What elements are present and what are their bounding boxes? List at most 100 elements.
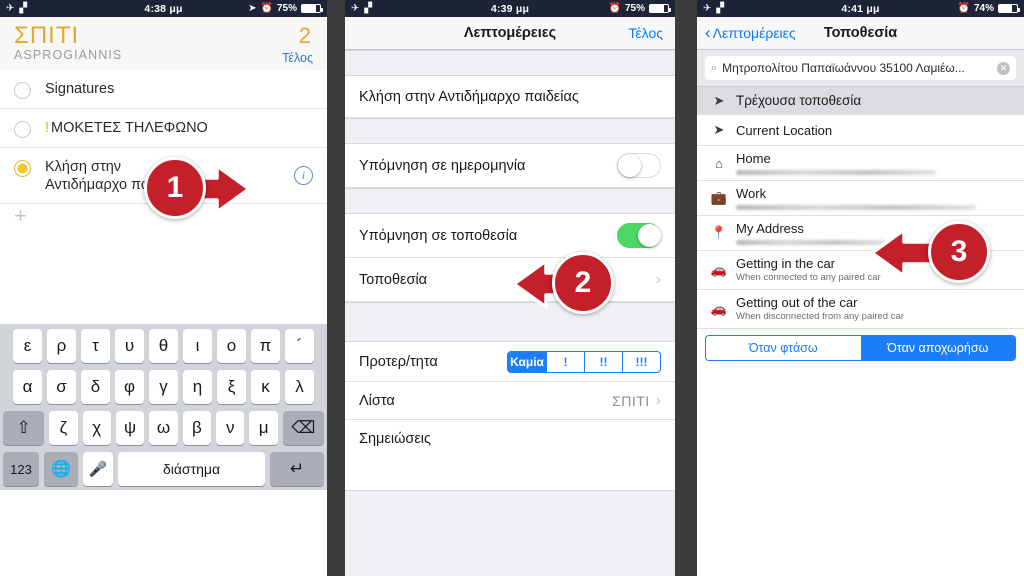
segment-on-leave[interactable]: Όταν αποχωρήσω: [860, 336, 1015, 360]
globe-icon[interactable]: 🌐: [44, 452, 78, 486]
blurred-subtitle: [736, 240, 886, 245]
navigation-bar: ‹ Λεπτομέρειες Τοποθεσία: [697, 17, 1024, 50]
remind-date-label: Υπόμνηση σε ημερομηνία: [359, 157, 526, 174]
list-item[interactable]: ⌂ Home: [697, 146, 1024, 181]
page-title: Τοποθεσία: [823, 25, 898, 41]
remind-location-row[interactable]: Υπόμνηση σε τοποθεσία: [345, 214, 675, 258]
car-icon: 🚗: [710, 301, 728, 316]
key-phi[interactable]: φ: [115, 370, 144, 404]
location-arrow-icon: ➤: [713, 122, 725, 137]
battery-percent: 75%: [624, 3, 645, 14]
status-right: ⏰ 75%: [609, 3, 671, 14]
search-value: Μητροπολίτου Παπαϊωάννου 35100 Λαμιέω...: [722, 61, 965, 75]
key-rho[interactable]: ρ: [47, 329, 76, 363]
key-zeta[interactable]: ζ: [49, 411, 78, 445]
key-lambda[interactable]: λ: [285, 370, 314, 404]
list-item[interactable]: ➤ Current Location: [697, 115, 1024, 146]
key-psi[interactable]: ψ: [115, 411, 145, 445]
battery-icon: [301, 4, 323, 13]
key-mu[interactable]: μ: [249, 411, 278, 445]
keyboard-row-2: α σ δ φ γ η ξ κ λ: [3, 370, 324, 404]
page-title: Λεπτομέρειες: [463, 25, 557, 41]
key-beta[interactable]: β: [182, 411, 212, 445]
arrive-leave-segmented-control[interactable]: Όταν φτάσω Όταν αποχωρήσω: [705, 335, 1016, 361]
search-input[interactable]: ⌕ Μητροπολίτου Παπαϊωάννου 35100 Λαμιέω.…: [705, 56, 1016, 80]
battery-percent: 74%: [973, 3, 994, 14]
list-item[interactable]: 🚗 Getting out of the car When disconnect…: [697, 290, 1024, 329]
list-value: ΣΠΙΤΙ: [612, 392, 650, 409]
navigation-bar: Λεπτομέρειες Τέλος: [345, 17, 675, 50]
task-title: Κλήση στην Αντιδήμαρχο παιδείας: [359, 88, 579, 105]
search-container: ⌕ Μητροπολίτου Παπαϊωάννου 35100 Λαμιέω.…: [697, 50, 1024, 87]
key-accent[interactable]: ´: [285, 329, 314, 363]
key-nu[interactable]: ν: [216, 411, 245, 445]
remind-date-toggle[interactable]: [617, 153, 661, 178]
key-omega[interactable]: ω: [149, 411, 178, 445]
row-title: Getting out of the car: [736, 295, 858, 310]
key-epsilon[interactable]: ε: [13, 329, 42, 363]
key-omicron[interactable]: ο: [217, 329, 246, 363]
notes-label: Σημειώσεις: [359, 431, 432, 447]
row-title: Getting in the car: [736, 256, 835, 271]
remind-location-toggle[interactable]: [617, 223, 661, 248]
done-button[interactable]: Τέλος: [628, 25, 663, 41]
checkbox-circle[interactable]: [14, 82, 31, 99]
location-arrow-icon: ➤: [248, 2, 257, 14]
phone-panel-location: ✈ ▞ 4:41 μμ ⏰ 74% ‹ Λεπτομέρειες Τοποθεσ…: [697, 0, 1024, 576]
notes-row[interactable]: Σημειώσεις: [345, 420, 675, 458]
backspace-key[interactable]: ⌫: [282, 411, 324, 445]
done-button[interactable]: Τέλος: [282, 51, 313, 65]
map-pin-icon: 📍: [710, 225, 728, 240]
remind-date-row[interactable]: Υπόμνηση σε ημερομηνία: [345, 144, 675, 188]
key-alpha[interactable]: α: [13, 370, 42, 404]
numbers-key[interactable]: 123: [3, 452, 39, 486]
key-theta[interactable]: θ: [149, 329, 178, 363]
key-tau[interactable]: τ: [81, 329, 110, 363]
key-sigma[interactable]: σ: [47, 370, 76, 404]
list-item[interactable]: 💼 Work: [697, 181, 1024, 216]
priority-row[interactable]: Προτερ/τητα Καμία ! !! !!!: [345, 342, 675, 382]
checkbox-circle-selected[interactable]: [14, 160, 31, 177]
key-pi[interactable]: π: [251, 329, 280, 363]
return-key[interactable]: ↵: [270, 452, 324, 486]
row-subtitle: When disconnected from any paired car: [736, 311, 904, 322]
key-eta[interactable]: η: [183, 370, 212, 404]
key-gamma[interactable]: γ: [149, 370, 178, 404]
step-badge-1: 1: [144, 157, 206, 219]
clear-icon[interactable]: ✕: [997, 61, 1010, 75]
status-bar: ✈ ▞ 4:38 μμ ➤ ⏰ 75%: [0, 0, 327, 17]
location-arrow-icon: ➤: [713, 92, 725, 108]
alarm-icon: ⏰: [957, 2, 970, 14]
reminder-count: 2: [298, 23, 311, 48]
space-key[interactable]: διάστημα: [118, 452, 265, 486]
list-item[interactable]: Signatures: [0, 70, 327, 109]
reminder-text: ! ΜΟΚΕΤΕΣ ΤΗΛΕΦΩΝΟ: [45, 119, 208, 137]
key-upsilon[interactable]: υ: [115, 329, 144, 363]
list-owner: ASPROGIANNIS: [14, 48, 123, 62]
back-button[interactable]: ‹ Λεπτομέρειες: [705, 24, 796, 41]
info-button[interactable]: i: [294, 166, 313, 185]
segment-on-arrive[interactable]: Όταν φτάσω: [706, 336, 861, 360]
key-kappa[interactable]: κ: [251, 370, 280, 404]
priority-option-none[interactable]: Καμία: [508, 351, 546, 372]
current-location-header[interactable]: ➤ Τρέχουσα τοποθεσία: [697, 87, 1024, 115]
battery-icon: [998, 4, 1020, 13]
checkbox-circle[interactable]: [14, 121, 31, 138]
step-badge-2: 2: [552, 252, 614, 314]
chevron-right-icon: ›: [655, 270, 661, 288]
task-title-row[interactable]: Κλήση στην Αντιδήμαρχο παιδείας: [345, 76, 675, 118]
priority-option-low[interactable]: !: [546, 351, 584, 372]
list-item[interactable]: ! ΜΟΚΕΤΕΣ ΤΗΛΕΦΩΝΟ: [0, 109, 327, 148]
key-chi[interactable]: χ: [82, 411, 111, 445]
key-xi[interactable]: ξ: [217, 370, 246, 404]
key-delta[interactable]: δ: [81, 370, 110, 404]
priority-segmented-control[interactable]: Καμία ! !! !!!: [507, 350, 661, 373]
list-row[interactable]: Λίστα ΣΠΙΤΙ ›: [345, 382, 675, 420]
shift-key[interactable]: ⇧: [3, 411, 45, 445]
mic-icon[interactable]: 🎤: [83, 452, 113, 486]
back-label: Λεπτομέρειες: [712, 25, 796, 41]
key-iota[interactable]: ι: [183, 329, 212, 363]
list-empty-space: [0, 232, 327, 324]
priority-option-med[interactable]: !!: [584, 351, 622, 372]
priority-option-high[interactable]: !!!: [622, 351, 660, 372]
